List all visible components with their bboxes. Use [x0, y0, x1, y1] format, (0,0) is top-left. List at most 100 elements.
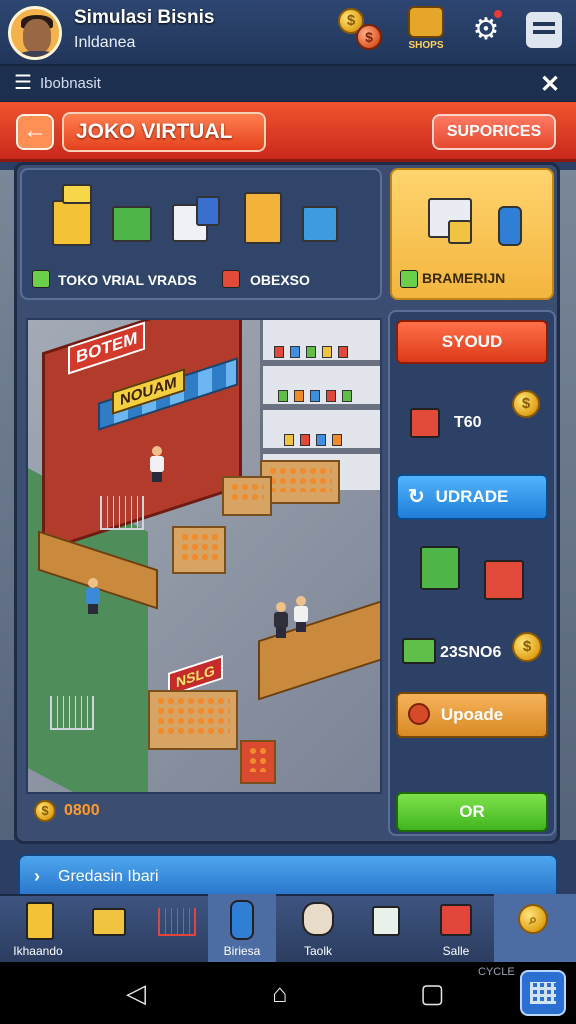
- tab-5[interactable]: [352, 894, 420, 962]
- product-box-yellow-top: [62, 184, 92, 204]
- upgrade2-label: Upoade: [440, 705, 504, 724]
- tab-4[interactable]: Taolk: [284, 894, 352, 962]
- app-subtitle: Inldanea: [74, 34, 136, 51]
- shelf-good: [274, 346, 284, 358]
- tab-6[interactable]: Salle: [422, 894, 490, 962]
- player-avatar[interactable]: [8, 6, 62, 60]
- gift-icon: [440, 904, 472, 936]
- shelf-good: [290, 346, 300, 358]
- app-title: Simulasi Bisnis: [74, 7, 215, 28]
- tab-1[interactable]: [76, 894, 144, 962]
- calendar-icon[interactable]: [520, 970, 566, 1016]
- tab-7[interactable]: ⌕: [494, 894, 576, 962]
- chevron-right-icon: ›: [34, 866, 40, 886]
- tab-label: Biriesa: [223, 944, 261, 958]
- tab-0[interactable]: Ikhaando: [4, 894, 72, 962]
- home-icon[interactable]: ⌂: [272, 978, 288, 1009]
- box-icon: [26, 902, 54, 940]
- shelf-row: [260, 448, 380, 454]
- store-icon[interactable]: [526, 12, 562, 48]
- promo-strip-label: Gredasin Ibari: [58, 868, 159, 885]
- promo-strip[interactable]: › Gredasin Ibari: [18, 854, 558, 896]
- upgrade2-button[interactable]: Upoade: [396, 692, 548, 738]
- action-panel: [388, 310, 556, 836]
- crate-icon: [92, 908, 126, 936]
- upgrade-button[interactable]: ↻ UDRADE: [396, 474, 548, 520]
- store-scene[interactable]: BOTEM NOUAM NSLG: [26, 318, 382, 794]
- jar-icon: [372, 906, 400, 936]
- square-recents-icon[interactable]: ▢: [420, 978, 445, 1009]
- ok-button[interactable]: OR: [396, 792, 548, 832]
- secondary-bar: ☰ Ibobnasit ✕: [0, 66, 576, 102]
- shelf-good: [322, 346, 332, 358]
- notification-dot: [494, 10, 502, 18]
- tab-label: Salle: [442, 944, 470, 958]
- city-background-right: [560, 170, 576, 840]
- stock-bottle-icon: [498, 206, 522, 246]
- product-box-blue-small: [196, 196, 220, 226]
- tab-2[interactable]: [146, 894, 214, 962]
- stat-value-1: T60: [454, 414, 482, 431]
- stock-box-icon: [448, 220, 472, 244]
- shops-button[interactable]: SHOPS: [404, 4, 448, 58]
- display-stand: [148, 690, 238, 750]
- shopping-cart: [50, 696, 94, 730]
- balance-value: 0800: [64, 802, 100, 819]
- shelf-good: [338, 346, 348, 358]
- staff-figure: [294, 596, 308, 632]
- back-arrow-icon[interactable]: ←: [16, 114, 54, 150]
- stock-panel[interactable]: BRAMERIJN: [390, 168, 554, 300]
- city-background-left: [0, 170, 14, 840]
- tab-label: Taolk: [303, 944, 332, 958]
- shelf-good: [294, 390, 304, 402]
- shopping-cart: [100, 496, 144, 530]
- upgrade-label: UDRADE: [435, 487, 509, 506]
- produce-crate: [222, 476, 272, 516]
- coin-icon: $: [512, 390, 540, 418]
- produce-stand: [260, 460, 340, 504]
- close-icon[interactable]: ✕: [540, 70, 560, 99]
- product-box-orange[interactable]: [244, 192, 282, 244]
- dog-icon: [302, 902, 334, 936]
- shelf-good: [300, 434, 310, 446]
- shelf-good: [284, 434, 294, 446]
- shop-name: JOKO VIRTUAL: [62, 112, 266, 152]
- supplies-button[interactable]: SUPORICES: [432, 114, 556, 150]
- corner-text: CYCLE: [478, 966, 515, 978]
- stat-box-icon: [402, 638, 436, 664]
- shelf-good: [316, 434, 326, 446]
- stat-value-2: 23SNO6: [440, 644, 502, 661]
- shelf-good: [306, 346, 316, 358]
- shelf-good: [278, 390, 288, 402]
- produce-box-icon: [420, 546, 460, 590]
- stock-label: BRAMERIJN: [422, 270, 506, 286]
- tab-3[interactable]: Biriesa: [208, 894, 276, 962]
- shopper-figure: [150, 446, 164, 482]
- product-box-green[interactable]: [112, 206, 152, 242]
- gift-box-icon: [484, 560, 524, 600]
- products-label-2: OBEXSO: [250, 272, 310, 288]
- search-coin-icon: ⌕: [518, 904, 548, 934]
- staff-figure: [274, 602, 288, 638]
- triangle-back-icon[interactable]: ◁: [126, 978, 146, 1009]
- shelf-good: [310, 390, 320, 402]
- coin-red-icon[interactable]: $: [356, 24, 382, 50]
- sell-button[interactable]: SYOUD: [396, 320, 548, 364]
- menu-icon[interactable]: ☰: [14, 73, 32, 93]
- products-label-1: TOKO VRIAL VRADS: [58, 272, 197, 288]
- cart-icon: [158, 908, 196, 936]
- cashier-figure: [86, 578, 100, 614]
- red-crate: [240, 740, 276, 784]
- product-box-yellow[interactable]: [52, 200, 92, 246]
- product-box-blue[interactable]: [302, 206, 338, 242]
- shelf-good: [326, 390, 336, 402]
- bread-crate: [172, 526, 226, 574]
- shelf-row: [260, 360, 380, 366]
- store-badge-icon: [408, 6, 444, 38]
- refresh-icon: ↻: [408, 486, 425, 508]
- coin-icon: $: [512, 632, 542, 662]
- balance-coin-icon: $: [34, 800, 56, 822]
- store-badge-label: SHOPS: [408, 40, 444, 51]
- title-bar: ← JOKO VIRTUAL SUPORICES: [0, 102, 576, 162]
- bottle-icon: [230, 900, 254, 940]
